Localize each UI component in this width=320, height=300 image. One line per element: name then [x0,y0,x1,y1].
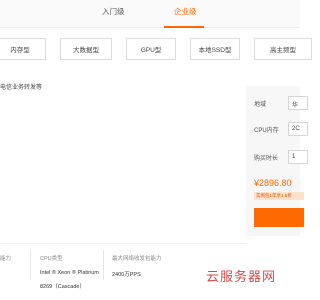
spec-header-cpu-type: CPU类型 [40,256,63,262]
region-label: 地域 [254,102,267,108]
price-value: ¥2896.80 [254,178,292,188]
spec-column-separator [103,250,104,280]
tab-entry-level[interactable]: 入门级 [102,6,125,17]
buy-button[interactable] [254,208,304,227]
category-memory-button[interactable]: 内存型 [0,38,46,60]
category-local-ssd-button[interactable]: 本地SSD型 [190,38,240,60]
watermark-text: 云服务器网 [206,270,277,285]
category-bigdata-button[interactable]: 大数据型 [60,38,112,60]
spec-header-network-pps: 最大网络收发包能力 [112,256,162,262]
region-select[interactable]: 华 [288,96,308,110]
spec-header-capability: 能力 [0,256,12,262]
instance-category-bar: 内存型 大数据型 GPU型 本地SSD型 高主频型 [0,34,312,66]
active-tab-indicator [164,26,204,28]
spec-cpu-type-line2: 8269（Cascade） [40,284,85,290]
tab-enterprise-level[interactable]: 企业级 [174,6,197,17]
spec-cpu-type-line1: Intel ® Xeon ® Platinum [40,270,99,276]
spec-pps-value: 2400万PPS [112,272,141,278]
price-promo-badge: 实例包1年享1.5折 [254,192,304,200]
category-gpu-button[interactable]: GPU型 [126,38,176,60]
duration-select[interactable]: 1 [288,150,308,164]
level-tabs: 入门级 企业级 [0,0,300,28]
duration-label: 购买时长 [254,156,279,162]
spec-column-separator [30,250,31,280]
product-description: 电信业务转发等 [0,85,43,91]
cpu-memory-label: CPU内存 [254,128,279,134]
cpu-memory-select[interactable]: 2C [288,122,308,136]
category-high-frequency-button[interactable]: 高主频型 [254,38,312,60]
spec-divider [0,243,246,244]
